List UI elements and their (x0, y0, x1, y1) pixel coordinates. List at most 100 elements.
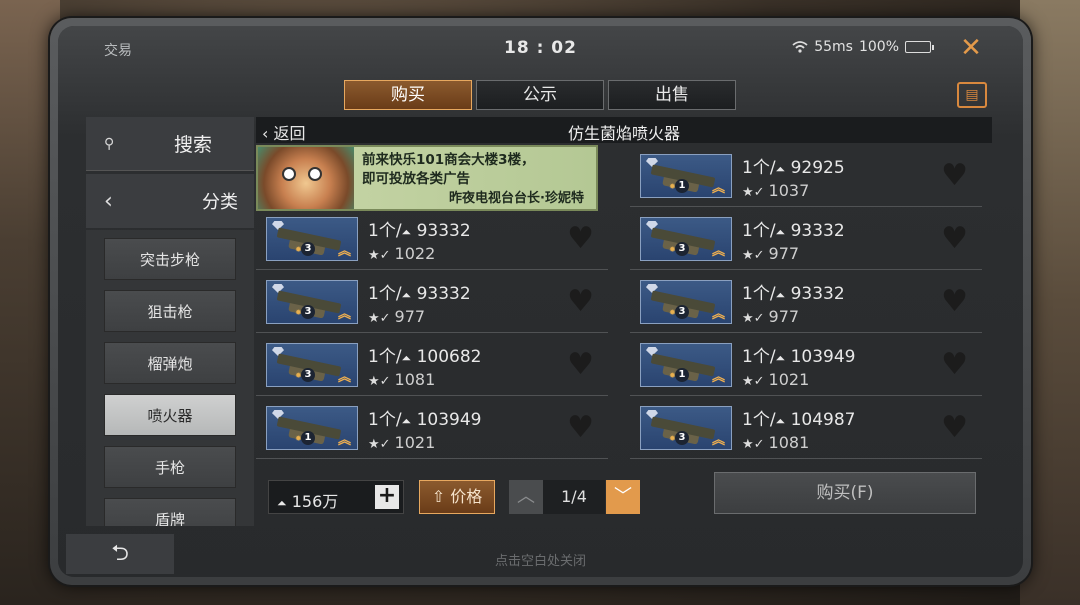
ping-value: 55ms (814, 39, 853, 55)
item-price-value: 93332 (416, 284, 471, 304)
item-qty: 1个/ (742, 158, 776, 178)
tab-buy[interactable]: 购买 (344, 80, 472, 110)
listing-row[interactable]: ✹ 3 ︽ 1个/⏶ 104987 ★✓ 1081 ♥ (630, 399, 982, 459)
item-level: 1 (675, 179, 689, 193)
item-price-value: 103949 (416, 410, 482, 430)
sidebar-search-button[interactable]: ⚲ 搜索 (86, 117, 254, 171)
battery-icon (905, 41, 934, 53)
reputation-icon: ★✓ (368, 437, 391, 452)
gold-icon: ⏶ (775, 414, 786, 428)
trade-screen: 交易 18 : 02 55ms 100% ✕ 购买 公示 出售 ▤ ⚲ 搜索 ‹… (58, 26, 1023, 577)
item-level: 3 (301, 242, 315, 256)
listing-row[interactable]: ✹ 3 ︽ 1个/⏶ 93332 ★✓ 977 ♥ (256, 273, 608, 333)
favorite-heart-icon[interactable]: ♥ (941, 224, 968, 254)
seller-score: ★✓ 977 (368, 307, 425, 326)
favorite-heart-icon[interactable]: ♥ (941, 287, 968, 317)
listing-row[interactable]: ✹ 3 ︽ 1个/⏶ 100682 ★✓ 1081 ♥ (256, 336, 608, 396)
item-price: 1个/⏶ 100682 (368, 342, 481, 367)
category-list: 突击步枪 狙击枪 榴弹炮 喷火器 手枪 盾牌 (86, 230, 254, 526)
item-price: 1个/⏶ 93332 (742, 216, 845, 241)
category-flamethrower[interactable]: 喷火器 (104, 394, 236, 436)
item-qty: 1个/ (742, 410, 776, 430)
balance-amount: 156万 (291, 492, 339, 511)
seller-score-value: 1021 (768, 370, 810, 389)
category-shield[interactable]: 盾牌 (104, 498, 236, 526)
seller-score-value: 1021 (394, 433, 436, 452)
tab-announce[interactable]: 公示 (476, 80, 604, 110)
status-bar: 交易 18 : 02 55ms 100% ✕ (58, 26, 1023, 70)
item-header-bar: ‹ 返回 仿生菌焰喷火器 (256, 117, 992, 143)
sort-price-button[interactable]: ⇧ 价格 (419, 480, 495, 514)
favorite-heart-icon[interactable]: ♥ (941, 161, 968, 191)
gold-icon: ⏶ (401, 351, 412, 365)
favorite-heart-icon[interactable]: ♥ (941, 350, 968, 380)
sidebar-category-button[interactable]: ‹ 分类 (86, 174, 254, 228)
item-thumbnail: ✹ 3 ︽ (640, 217, 732, 261)
add-funds-button[interactable]: + (375, 485, 399, 509)
item-price-value: 100682 (416, 347, 482, 367)
reputation-icon: ★✓ (368, 248, 391, 263)
item-thumbnail: ✹ 3 ︽ (640, 280, 732, 324)
close-icon[interactable]: ✕ (957, 34, 985, 62)
rank-chevron-icon: ︽ (337, 433, 351, 448)
favorite-heart-icon[interactable]: ♥ (567, 224, 594, 254)
item-qty: 1个/ (742, 347, 776, 367)
listing-row[interactable]: ✹ 1 ︽ 1个/⏶ 103949 ★✓ 1021 ♥ (630, 336, 982, 396)
seller-score-value: 1081 (394, 370, 436, 389)
seller-score: ★✓ 977 (742, 307, 799, 326)
ad-text: 前来快乐101商会大楼3楼， 即可投放各类广告 (362, 151, 588, 189)
reputation-icon: ★✓ (742, 437, 765, 452)
ad-banner[interactable]: 前来快乐101商会大楼3楼， 即可投放各类广告 昨夜电视台台长·珍妮特 (256, 145, 598, 211)
favorite-heart-icon[interactable]: ♥ (567, 287, 594, 317)
seller-score: ★✓ 1081 (368, 370, 435, 389)
favorite-heart-icon[interactable]: ♥ (941, 413, 968, 443)
item-thumbnail: ✹ 1 ︽ (640, 154, 732, 198)
seller-score: ★✓ 1021 (742, 370, 809, 389)
seller-score-value: 977 (394, 307, 426, 326)
listing-row[interactable]: ✹ 3 ︽ 1个/⏶ 93332 ★✓ 1022 ♥ (256, 210, 608, 270)
category-sniper[interactable]: 狙击枪 (104, 290, 236, 332)
listing-row[interactable]: ✹ 1 ︽ 1个/⏶ 92925 ★✓ 1037 ♥ (630, 147, 982, 207)
item-level: 3 (301, 305, 315, 319)
category-assault-rifle[interactable]: 突击步枪 (104, 238, 236, 280)
reputation-icon: ★✓ (742, 374, 765, 389)
search-icon: ⚲ (104, 135, 115, 152)
page-next-button[interactable]: ﹀ (606, 480, 640, 514)
rank-chevron-icon: ︽ (711, 181, 725, 196)
item-level: 3 (301, 368, 315, 382)
item-price-value: 104987 (790, 410, 856, 430)
rank-chevron-icon: ︽ (711, 307, 725, 322)
category-grenade-launcher[interactable]: 榴弹炮 (104, 342, 236, 384)
seller-score: ★✓ 1021 (368, 433, 435, 452)
buy-button[interactable]: 购买(F) (714, 472, 976, 514)
seller-score-value: 1037 (768, 181, 810, 200)
item-price-value: 103949 (790, 347, 856, 367)
rank-chevron-icon: ︽ (337, 244, 351, 259)
reputation-icon: ★✓ (368, 374, 391, 389)
category-pistol[interactable]: 手枪 (104, 446, 236, 488)
page-prev-button[interactable]: ︿ (509, 480, 543, 514)
ad-line-1: 前来快乐101商会大楼3楼， (362, 152, 535, 168)
item-thumbnail: ✹ 3 ︽ (266, 280, 358, 324)
listing-row[interactable]: ✹ 3 ︽ 1个/⏶ 93332 ★✓ 977 ♥ (630, 210, 982, 270)
gold-icon: ⏶ (277, 496, 287, 510)
reputation-icon: ★✓ (368, 311, 391, 326)
seller-score: ★✓ 1037 (742, 181, 809, 200)
status-indicators: 55ms 100% (792, 39, 934, 55)
item-qty: 1个/ (368, 347, 402, 367)
listing-row[interactable]: ✹ 3 ︽ 1个/⏶ 93332 ★✓ 977 ♥ (630, 273, 982, 333)
seller-score-value: 977 (768, 244, 800, 263)
mascot-image (258, 147, 354, 209)
item-thumbnail: ✹ 3 ︽ (266, 217, 358, 261)
trade-tabs: 购买 公示 出售 (344, 80, 736, 110)
close-hint: 点击空白处关闭 (494, 554, 586, 569)
tab-sell[interactable]: 出售 (608, 80, 736, 110)
page-indicator: 1/4 (543, 480, 605, 514)
item-thumbnail: ✹ 3 ︽ (266, 343, 358, 387)
item-price-value: 93332 (790, 284, 845, 304)
ad-signature: 昨夜电视台台长·珍妮特 (449, 191, 584, 206)
favorite-heart-icon[interactable]: ♥ (567, 413, 594, 443)
favorite-heart-icon[interactable]: ♥ (567, 350, 594, 380)
clipboard-icon[interactable]: ▤ (957, 82, 987, 108)
listing-row[interactable]: ✹ 1 ︽ 1个/⏶ 103949 ★✓ 1021 ♥ (256, 399, 608, 459)
